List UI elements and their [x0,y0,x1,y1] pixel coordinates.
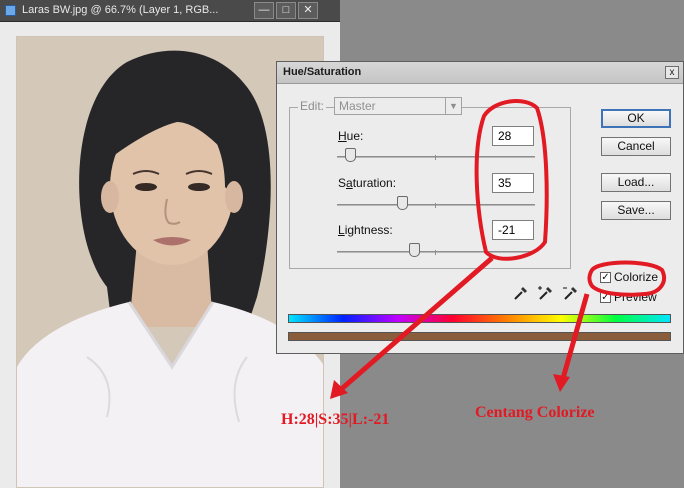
hue-slider-track[interactable] [337,156,535,158]
preview-label[interactable]: Preview [614,290,657,304]
hue-input[interactable]: 28 [492,126,534,146]
document-icon [5,5,16,16]
values-note: H:28|S:35|L:-21 [281,411,390,428]
preview-checkbox[interactable]: ✓ [600,292,611,303]
edit-label: Edit: [298,99,327,113]
document-title: Laras BW.jpg @ 66.7% (Layer 1, RGB... [22,4,219,16]
lightness-input[interactable]: -21 [492,220,534,240]
saturation-slider-center-tick [435,203,436,208]
hue-saturation-dialog: Hue/Saturation x Edit: Master ▼ Hue: 28 … [276,61,684,354]
saturation-slider-thumb[interactable] [397,196,408,210]
chevron-down-icon: ▼ [445,98,461,114]
eyedropper-icon[interactable] [512,284,530,302]
colorize-result-bar [288,332,671,341]
colorize-label[interactable]: Colorize [614,270,658,284]
spectrum-bar [288,314,671,323]
saturation-slider-track[interactable] [337,204,535,206]
dialog-title: Hue/Saturation [283,66,362,78]
lightness-slider-center-tick [435,250,436,255]
minimize-button[interactable]: — [254,2,274,19]
saturation-label: Saturation: [338,176,397,190]
hue-slider-thumb[interactable] [345,148,356,162]
eyedropper-plus-icon[interactable] [537,284,555,302]
cancel-button[interactable]: Cancel [601,137,671,156]
restore-button[interactable]: □ [276,2,296,19]
dialog-titlebar[interactable]: Hue/Saturation x [277,62,683,84]
colorize-checkbox[interactable]: ✓ [600,272,611,283]
load-button[interactable]: Load... [601,173,671,192]
eyedropper-minus-icon[interactable] [562,284,580,302]
ok-button[interactable]: OK [601,109,671,128]
edit-select[interactable]: Master ▼ [334,97,462,115]
edit-select-value: Master [339,99,376,113]
hue-slider-center-tick [435,155,436,160]
lightness-label: Lightness: [338,223,393,237]
close-button[interactable]: ✕ [298,2,318,19]
save-button[interactable]: Save... [601,201,671,220]
colorize-note: Centang Colorize [475,404,595,421]
document-titlebar[interactable]: Laras BW.jpg @ 66.7% (Layer 1, RGB... — … [0,0,340,22]
dialog-close-button[interactable]: x [665,66,679,79]
hue-label: Hue: [338,129,364,143]
saturation-input[interactable]: 35 [492,173,534,193]
lightness-slider-thumb[interactable] [409,243,420,257]
lightness-slider-track[interactable] [337,251,535,253]
